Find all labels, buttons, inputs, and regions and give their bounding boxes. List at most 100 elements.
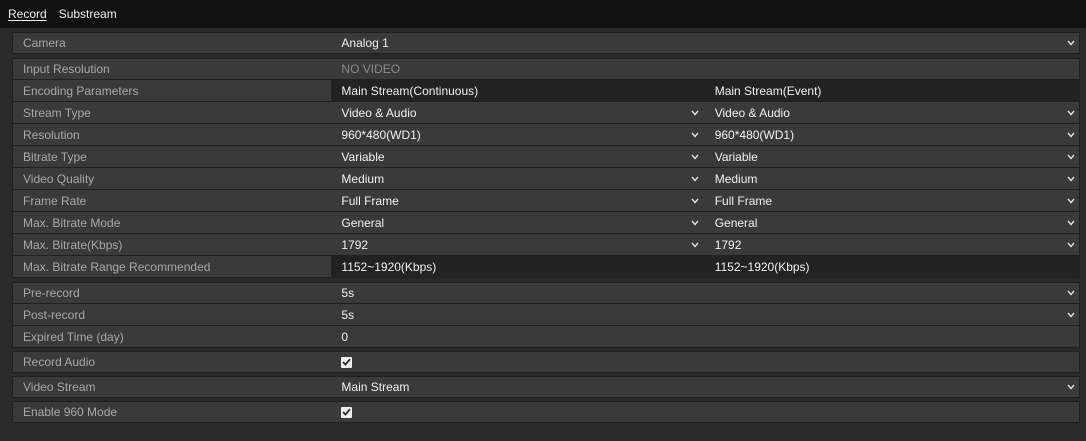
- video-stream-value: Main Stream: [341, 380, 410, 394]
- enable-960-mode-row: Enable 960 Mode: [12, 401, 1080, 423]
- record-audio-label: Record Audio: [23, 355, 96, 369]
- resolution-continuous-select[interactable]: 960*480(WD1): [331, 124, 702, 145]
- main-stream-continuous-header: Main Stream(Continuous): [331, 80, 703, 101]
- max-bitrate-range-continuous-value: 1152~1920(Kbps): [331, 256, 703, 277]
- chevron-down-icon: [691, 220, 699, 226]
- enable-960-mode-checkbox[interactable]: [341, 406, 353, 418]
- record-audio-checkbox[interactable]: [341, 356, 353, 368]
- resolution-label: Resolution: [23, 127, 80, 142]
- max-bitrate-range-event-value: 1152~1920(Kbps): [702, 256, 1079, 277]
- post-record-row: Post-record 5s: [12, 304, 1080, 326]
- camera-select[interactable]: Analog 1: [331, 33, 1079, 53]
- bitrate-type-row: Bitrate Type Variable Variable: [12, 146, 1080, 168]
- bitrate-type-continuous-value: Variable: [341, 149, 385, 164]
- input-resolution-row: Input Resolution NO VIDEO: [12, 58, 1080, 80]
- max-bitrate-mode-event-value: General: [714, 215, 758, 230]
- max-bitrate-continuous-select[interactable]: 1792: [331, 234, 702, 255]
- expired-time-input[interactable]: 0: [331, 326, 1079, 347]
- frame-rate-continuous-value: Full Frame: [341, 193, 399, 208]
- tab-substream[interactable]: Substream: [59, 6, 117, 22]
- enable-960-mode-label: Enable 960 Mode: [23, 405, 118, 419]
- video-stream-row: Video Stream Main Stream: [12, 376, 1080, 398]
- frame-rate-row: Frame Rate Full Frame Full Frame: [12, 190, 1080, 212]
- max-bitrate-range-label: Max. Bitrate Range Recommended: [23, 259, 211, 274]
- video-stream-label: Video Stream: [23, 380, 96, 394]
- expired-time-value: 0: [341, 329, 349, 344]
- max-bitrate-continuous-value: 1792: [341, 237, 369, 252]
- post-record-select[interactable]: 5s: [331, 304, 1079, 325]
- video-quality-continuous-value: Medium: [341, 171, 385, 186]
- max-bitrate-event-select[interactable]: 1792: [703, 234, 1079, 255]
- pre-record-row: Pre-record 5s: [12, 282, 1080, 304]
- stream-type-event-value: Video & Audio: [714, 105, 790, 120]
- max-bitrate-mode-row: Max. Bitrate Mode General General: [12, 212, 1080, 234]
- enable-960-mode-cell: [331, 402, 1079, 422]
- expired-time-label: Expired Time (day): [23, 329, 124, 344]
- pre-record-label: Pre-record: [23, 286, 80, 300]
- max-bitrate-row: Max. Bitrate(Kbps) 1792 1792: [12, 234, 1080, 256]
- chevron-down-icon: [691, 132, 699, 138]
- record-settings-panel: Camera Analog 1 Input Resolution NO VIDE…: [12, 32, 1080, 423]
- camera-row: Camera Analog 1: [12, 32, 1080, 54]
- record-audio-row: Record Audio: [12, 351, 1080, 373]
- max-bitrate-event-value: 1792: [714, 237, 742, 252]
- encoding-parameters-row: Encoding Parameters Main Stream(Continuo…: [12, 80, 1080, 102]
- expired-time-row: Expired Time (day) 0: [12, 326, 1080, 348]
- chevron-down-icon: [691, 176, 699, 182]
- bitrate-type-continuous-select[interactable]: Variable: [331, 146, 702, 167]
- input-resolution-label: Input Resolution: [23, 62, 110, 76]
- chevron-down-icon: [1067, 384, 1075, 390]
- video-stream-select[interactable]: Main Stream: [331, 377, 1079, 397]
- chevron-down-icon: [1067, 198, 1075, 204]
- pre-record-select[interactable]: 5s: [331, 283, 1079, 303]
- chevron-down-icon: [691, 198, 699, 204]
- chevron-down-icon: [1067, 176, 1075, 182]
- frame-rate-continuous-select[interactable]: Full Frame: [331, 190, 702, 211]
- chevron-down-icon: [691, 154, 699, 160]
- resolution-event-value: 960*480(WD1): [714, 127, 795, 142]
- chevron-down-icon: [691, 242, 699, 248]
- chevron-down-icon: [1067, 312, 1075, 318]
- post-record-label: Post-record: [23, 307, 86, 322]
- chevron-down-icon: [1067, 154, 1075, 160]
- resolution-event-select[interactable]: 960*480(WD1): [703, 124, 1079, 145]
- chevron-down-icon: [1067, 290, 1075, 296]
- chevron-down-icon: [1067, 132, 1075, 138]
- max-bitrate-mode-continuous-value: General: [341, 215, 385, 230]
- pre-record-value: 5s: [341, 286, 355, 300]
- frame-rate-label: Frame Rate: [23, 193, 87, 208]
- stream-type-row: Stream Type Video & Audio Video & Audio: [12, 102, 1080, 124]
- chevron-down-icon: [691, 110, 699, 116]
- frame-rate-event-select[interactable]: Full Frame: [703, 190, 1079, 211]
- max-bitrate-range-row: Max. Bitrate Range Recommended 1152~1920…: [12, 256, 1080, 278]
- stream-type-label: Stream Type: [23, 105, 91, 120]
- checkmark-icon: [342, 408, 352, 416]
- chevron-down-icon: [1067, 242, 1075, 248]
- bitrate-type-label: Bitrate Type: [23, 149, 87, 164]
- input-resolution-value: NO VIDEO: [341, 62, 401, 76]
- post-record-value: 5s: [341, 307, 355, 322]
- max-bitrate-mode-continuous-select[interactable]: General: [331, 212, 702, 233]
- camera-value: Analog 1: [341, 36, 389, 50]
- tab-record[interactable]: Record: [8, 6, 47, 22]
- stream-type-event-select[interactable]: Video & Audio: [703, 102, 1079, 123]
- resolution-continuous-value: 960*480(WD1): [341, 127, 421, 142]
- bitrate-type-event-select[interactable]: Variable: [703, 146, 1079, 167]
- camera-label: Camera: [23, 36, 66, 50]
- video-quality-continuous-select[interactable]: Medium: [331, 168, 702, 189]
- stream-type-continuous-value: Video & Audio: [341, 105, 417, 120]
- chevron-down-icon: [1067, 110, 1075, 116]
- tab-bar: Record Substream: [0, 0, 1086, 28]
- chevron-down-icon: [1067, 220, 1075, 226]
- stream-type-continuous-select[interactable]: Video & Audio: [331, 102, 702, 123]
- resolution-row: Resolution 960*480(WD1) 960*480(WD1): [12, 124, 1080, 146]
- chevron-down-icon: [1067, 40, 1075, 46]
- main-stream-event-header: Main Stream(Event): [702, 80, 1079, 101]
- max-bitrate-mode-event-select[interactable]: General: [703, 212, 1079, 233]
- max-bitrate-label: Max. Bitrate(Kbps): [23, 237, 123, 252]
- bitrate-type-event-value: Variable: [714, 149, 758, 164]
- video-quality-event-select[interactable]: Medium: [703, 168, 1079, 189]
- video-quality-row: Video Quality Medium Medium: [12, 168, 1080, 190]
- max-bitrate-mode-label: Max. Bitrate Mode: [23, 215, 121, 230]
- encoding-parameters-label: Encoding Parameters: [23, 83, 139, 98]
